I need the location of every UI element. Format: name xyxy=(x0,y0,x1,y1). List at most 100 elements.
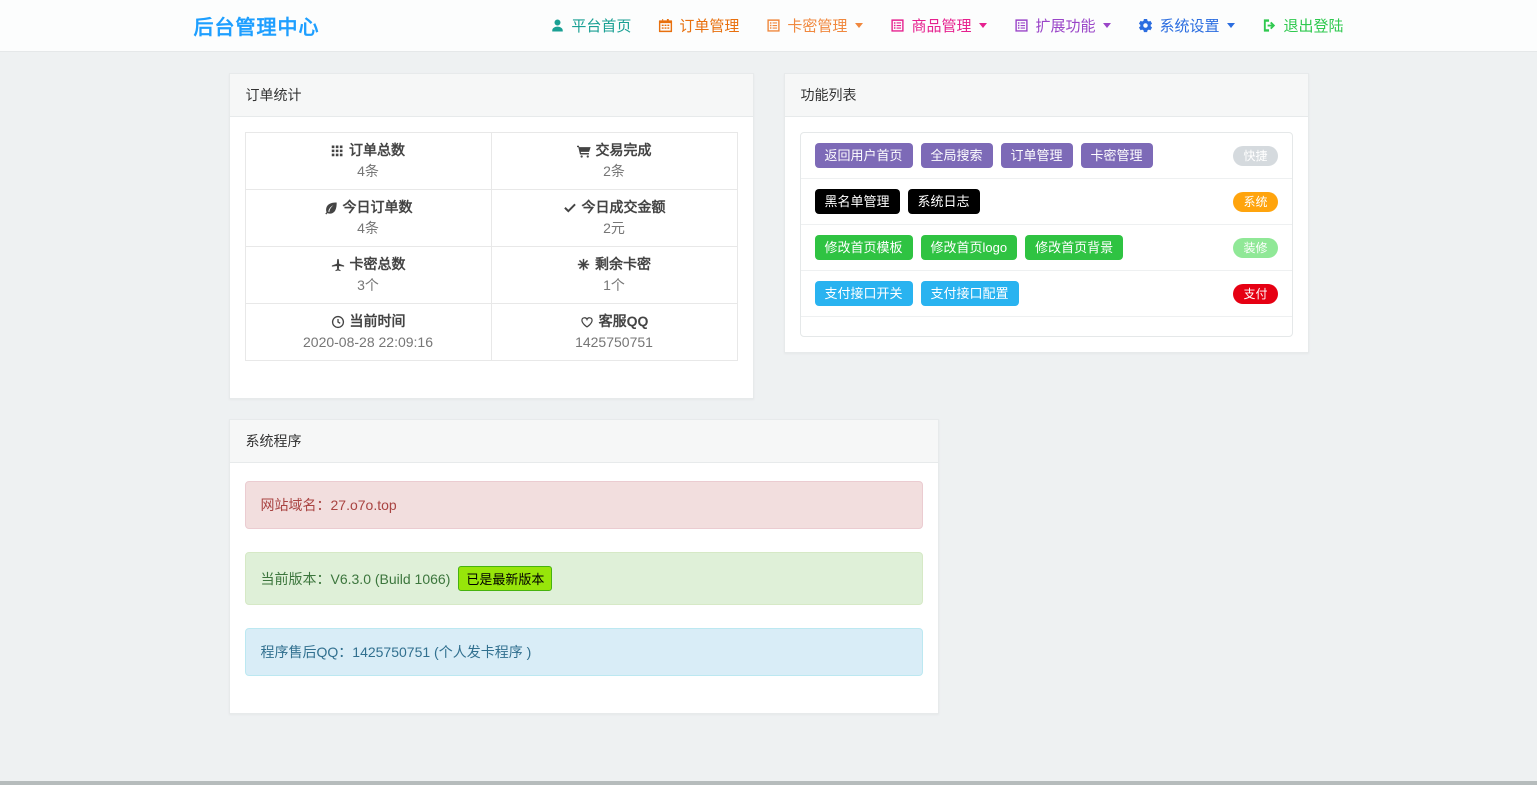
stat-cell: 今日成交金额2元 xyxy=(491,190,737,247)
system-program-header: 系统程序 xyxy=(230,420,938,463)
nav-item-settings[interactable]: 系统设置 xyxy=(1138,15,1235,36)
stat-value: 2条 xyxy=(497,161,732,182)
heart-icon xyxy=(580,315,594,329)
user-icon xyxy=(550,18,565,33)
function-box: 返回用户首页全局搜索订单管理卡密管理快捷黑名单管理系统日志系统修改首页模板修改首… xyxy=(800,132,1293,337)
stat-value: 1个 xyxy=(497,275,732,296)
signout-icon xyxy=(1262,18,1277,33)
asterisk-icon xyxy=(577,258,590,271)
stat-cell: 当前时间2020-08-28 22:09:16 xyxy=(245,304,491,361)
top-row: 订单统计 订单总数4条交易完成2条今日订单数4条今日成交金额2元卡密总数3个剩余… xyxy=(229,73,1309,399)
navbar-inner: 后台管理中心 平台首页 订单管理 卡密管理 商品管理 扩展功能 系统设置 退出登陆 xyxy=(194,0,1344,51)
function-list-body: 返回用户首页全局搜索订单管理卡密管理快捷黑名单管理系统日志系统修改首页模板修改首… xyxy=(785,117,1308,352)
nav-item-label: 扩展功能 xyxy=(1035,15,1095,36)
stat-value: 4条 xyxy=(251,161,486,182)
stat-value: 2元 xyxy=(497,218,732,239)
row-badge: 装修 xyxy=(1233,238,1277,258)
stat-cell: 卡密总数3个 xyxy=(245,247,491,304)
func-button[interactable]: 黑名单管理 xyxy=(815,189,900,214)
system-program-title: 系统程序 xyxy=(246,433,302,449)
func-button[interactable]: 返回用户首页 xyxy=(815,143,913,168)
nav-item-label: 退出登陆 xyxy=(1283,15,1343,36)
alert-danger: 网站域名：27.o7o.top xyxy=(245,481,923,529)
caret-down-icon xyxy=(979,23,987,28)
latest-version-button[interactable]: 已是最新版本 xyxy=(458,566,552,591)
horizontal-scrollbar[interactable] xyxy=(0,781,1537,785)
nav-item-label: 卡密管理 xyxy=(787,15,847,36)
func-button[interactable]: 支付接口开关 xyxy=(815,281,913,306)
order-stats-card: 订单统计 订单总数4条交易完成2条今日订单数4条今日成交金额2元卡密总数3个剩余… xyxy=(229,73,754,399)
stat-cell: 客服QQ1425750751 xyxy=(491,304,737,361)
nav-item-label: 订单管理 xyxy=(679,15,739,36)
function-buttons: 修改首页模板修改首页logo 修改首页背景 xyxy=(815,235,1124,260)
stat-label-text: 交易完成 xyxy=(596,140,652,161)
navbar: 后台管理中心 平台首页 订单管理 卡密管理 商品管理 扩展功能 系统设置 退出登陆 xyxy=(0,0,1537,52)
func-button[interactable]: 卡密管理 xyxy=(1081,143,1153,168)
check-icon xyxy=(563,201,577,215)
caret-down-icon xyxy=(1227,23,1235,28)
function-row: 支付接口开关支付接口配置支付 xyxy=(801,270,1292,316)
nav-item-home[interactable]: 平台首页 xyxy=(550,15,631,36)
order-stats-title: 订单统计 xyxy=(246,87,302,103)
main-content: 订单统计 订单总数4条交易完成2条今日订单数4条今日成交金额2元卡密总数3个剩余… xyxy=(229,73,1309,714)
caret-down-icon xyxy=(1103,23,1111,28)
function-list-header: 功能列表 xyxy=(785,74,1308,117)
stat-label: 当前时间 xyxy=(251,311,486,332)
stat-label-text: 今日成交金额 xyxy=(582,197,666,218)
system-program-body: 网站域名：27.o7o.top 当前版本：V6.3.0 (Build 1066)已… xyxy=(230,463,938,713)
func-button[interactable]: 修改首页logo xyxy=(921,235,1018,260)
function-list-title: 功能列表 xyxy=(801,87,857,103)
stat-label-text: 今日订单数 xyxy=(343,197,413,218)
plane-icon xyxy=(331,258,345,272)
cart-icon xyxy=(577,144,591,158)
stat-label-text: 剩余卡密 xyxy=(595,254,651,275)
nav-item-cards[interactable]: 卡密管理 xyxy=(766,15,863,36)
func-button[interactable]: 订单管理 xyxy=(1001,143,1073,168)
stat-value: 4条 xyxy=(251,218,486,239)
alert-info: 程序售后QQ：1425750751 (个人发卡程序 ) xyxy=(245,628,923,676)
nav-item-orders[interactable]: 订单管理 xyxy=(658,15,739,36)
gear-icon xyxy=(1138,18,1153,33)
order-stats-body: 订单总数4条交易完成2条今日订单数4条今日成交金额2元卡密总数3个剩余卡密1个当… xyxy=(230,117,753,398)
row-badge: 系统 xyxy=(1233,192,1277,212)
stat-label: 卡密总数 xyxy=(251,254,486,275)
function-buttons: 返回用户首页全局搜索订单管理卡密管理 xyxy=(815,143,1153,168)
stat-label: 交易完成 xyxy=(497,140,732,161)
func-button[interactable]: 修改首页模板 xyxy=(815,235,913,260)
stat-value: 2020-08-28 22:09:16 xyxy=(251,332,486,353)
stat-cell: 交易完成2条 xyxy=(491,133,737,190)
alert-success: 当前版本：V6.3.0 (Build 1066)已是最新版本 xyxy=(245,552,923,605)
func-button[interactable]: 修改首页背景 xyxy=(1025,235,1123,260)
function-row: 黑名单管理系统日志 系统 xyxy=(801,178,1292,224)
func-button[interactable]: 支付接口配置 xyxy=(921,281,1019,306)
nav-item-label: 商品管理 xyxy=(911,15,971,36)
nav-item-extensions[interactable]: 扩展功能 xyxy=(1014,15,1111,36)
calendar-icon xyxy=(658,18,673,33)
stat-label: 客服QQ xyxy=(497,311,732,332)
clock-icon xyxy=(331,315,345,329)
nav-item-products[interactable]: 商品管理 xyxy=(890,15,987,36)
nav-item-logout[interactable]: 退出登陆 xyxy=(1262,15,1343,36)
grid-icon xyxy=(331,144,344,157)
function-row: 返回用户首页全局搜索订单管理卡密管理 快捷 xyxy=(801,133,1292,178)
func-button[interactable]: 全局搜索 xyxy=(921,143,993,168)
func-button[interactable]: 系统日志 xyxy=(908,189,980,214)
system-program-card: 系统程序 网站域名：27.o7o.top 当前版本：V6.3.0 (Build 1… xyxy=(229,419,939,714)
function-row: 修改首页模板修改首页logo 修改首页背景 装修 xyxy=(801,224,1292,270)
alert-text: 网站域名：27.o7o.top xyxy=(261,495,397,515)
nav-item-label: 平台首页 xyxy=(571,15,631,36)
list-icon xyxy=(890,18,905,33)
list-icon xyxy=(766,18,781,33)
stat-label: 剩余卡密 xyxy=(497,254,732,275)
stats-table: 订单总数4条交易完成2条今日订单数4条今日成交金额2元卡密总数3个剩余卡密1个当… xyxy=(245,132,738,361)
stat-cell: 今日订单数4条 xyxy=(245,190,491,247)
stat-label-text: 当前时间 xyxy=(350,311,406,332)
stat-label: 订单总数 xyxy=(251,140,486,161)
nav-menu: 平台首页 订单管理 卡密管理 商品管理 扩展功能 系统设置 退出登陆 xyxy=(550,15,1343,36)
list-icon xyxy=(1014,18,1029,33)
row-badge: 快捷 xyxy=(1233,146,1277,166)
stats-row: 今日订单数4条今日成交金额2元 xyxy=(245,190,737,247)
stat-label-text: 客服QQ xyxy=(599,311,649,332)
stats-row: 当前时间2020-08-28 22:09:16客服QQ1425750751 xyxy=(245,304,737,361)
app-title: 后台管理中心 xyxy=(194,11,320,40)
